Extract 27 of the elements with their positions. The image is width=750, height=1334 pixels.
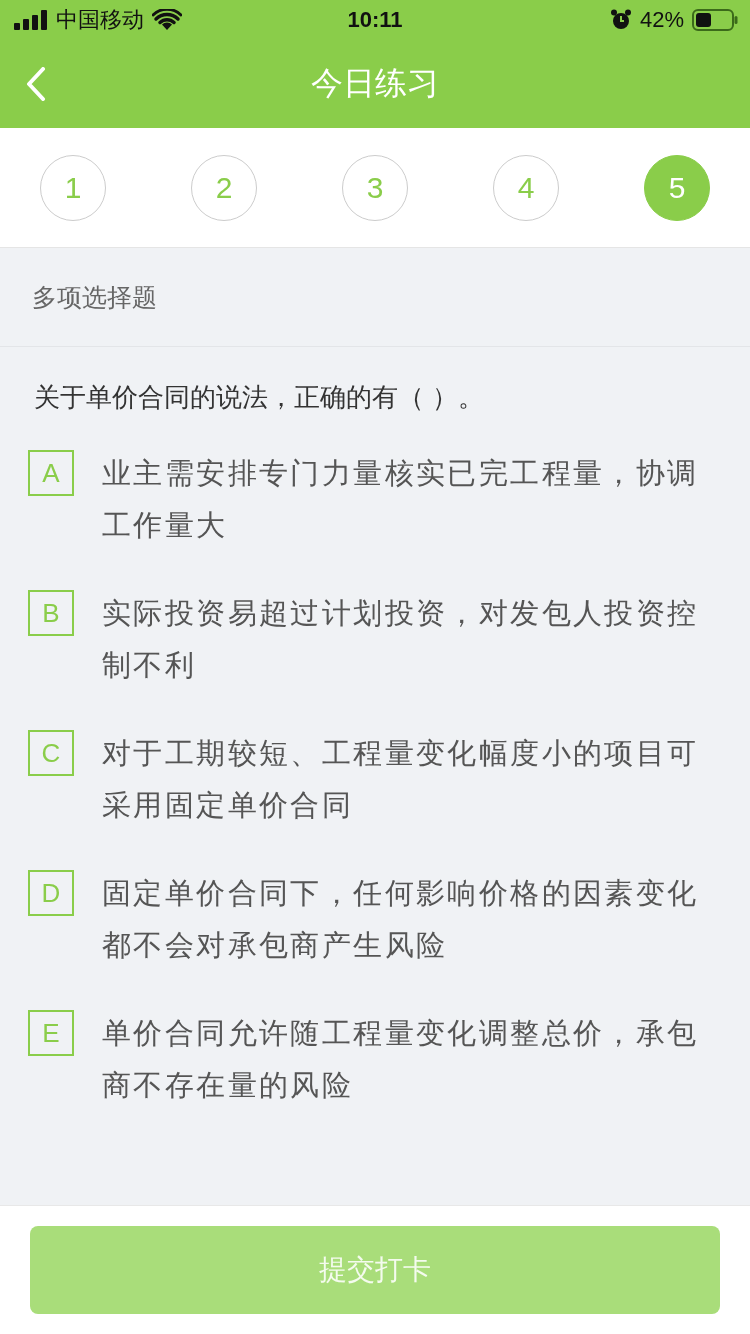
clock-time: 10:11	[347, 7, 403, 33]
question-number-tab[interactable]: 1	[40, 154, 106, 221]
option-text[interactable]: 实际投资易超过计划投资，对发包人投资控制不利	[102, 587, 708, 691]
question-type-label: 多项选择题	[32, 281, 157, 314]
battery-icon	[692, 9, 738, 31]
signal-icon	[14, 10, 48, 30]
page-title: 今日练习	[311, 63, 439, 104]
option-text[interactable]: 单价合同允许随工程量变化调整总价，承包商不存在量的风险	[102, 1007, 708, 1111]
question-number-tab[interactable]: 2	[191, 154, 257, 221]
option-text[interactable]: 对于工期较短、工程量变化幅度小的项目可采用固定单价合同	[102, 727, 708, 831]
option-checkbox[interactable]: C	[28, 730, 74, 776]
alarm-icon	[609, 9, 632, 31]
option-text[interactable]: 固定单价合同下，任何影响价格的因素变化都不会对承包商产生风险	[102, 867, 708, 971]
option-checkbox[interactable]: B	[28, 590, 74, 636]
wifi-icon	[152, 9, 182, 31]
option-text[interactable]: 业主需安排专门力量核实已完工程量，协调工作量大	[102, 447, 708, 551]
back-icon	[26, 67, 46, 101]
option-checkbox[interactable]: E	[28, 1010, 74, 1056]
back-button[interactable]	[26, 67, 46, 101]
question-text: 关于单价合同的说法，正确的有（ ）。	[34, 381, 486, 414]
question-number-tab[interactable]: 3	[342, 154, 408, 221]
question-number-tab[interactable]: 5	[644, 154, 710, 221]
question-number-tab[interactable]: 4	[493, 154, 559, 221]
battery-percent: 42%	[639, 7, 684, 33]
option-checkbox[interactable]: D	[28, 870, 74, 916]
option-checkbox[interactable]: A	[28, 450, 74, 496]
carrier-name: 中国移动	[56, 6, 144, 34]
